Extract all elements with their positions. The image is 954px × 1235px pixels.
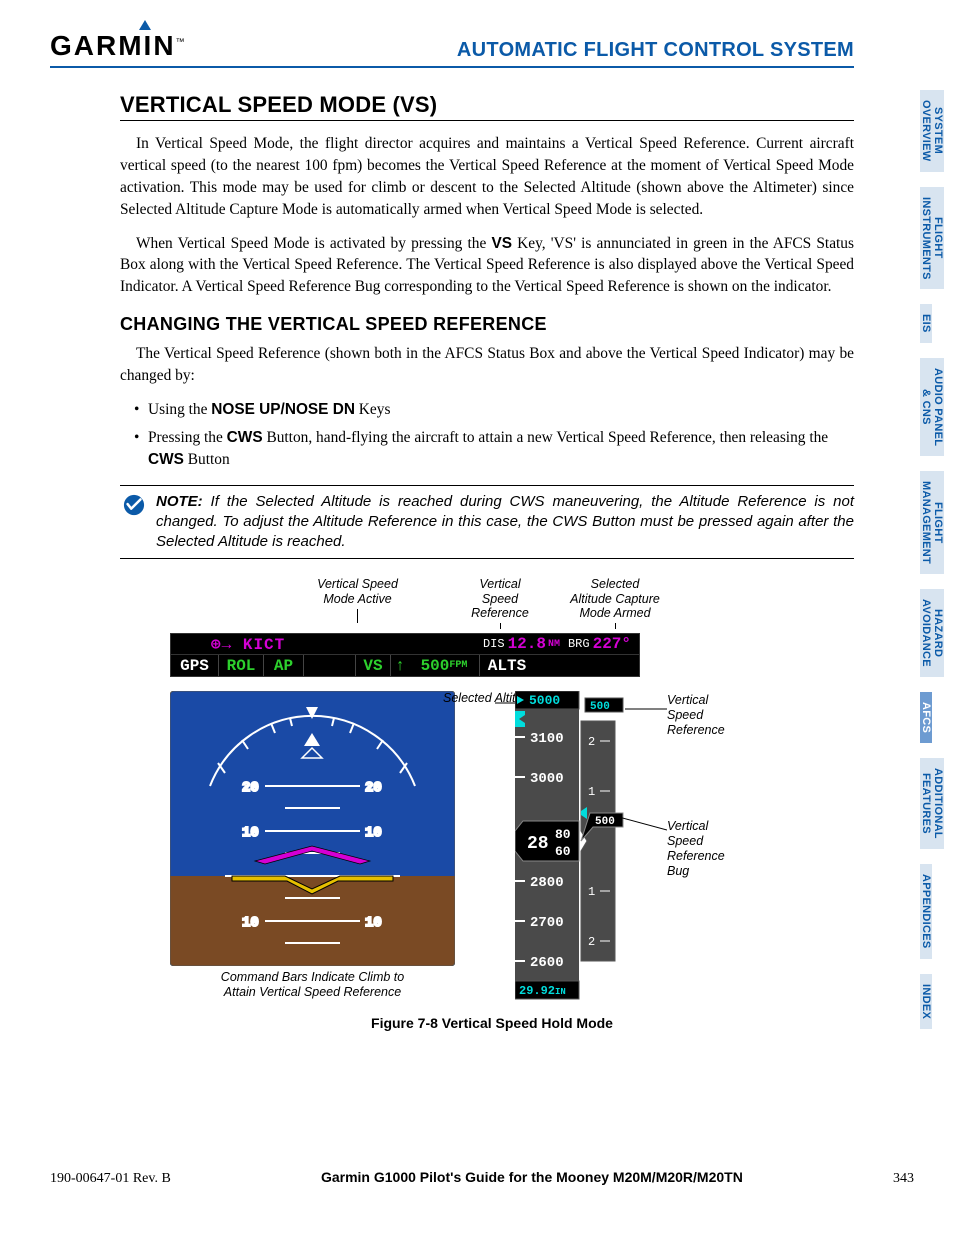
tab-index[interactable]: INDEX (920, 974, 932, 1029)
side-tabs: SYSTEM OVERVIEW FLIGHT INSTRUMENTS EIS AUDI… (920, 90, 954, 1044)
callout-vs-ref-bug: Vertical Speed Reference Bug (667, 819, 725, 879)
section-title: AUTOMATIC FLIGHT CONTROL SYSTEM (457, 39, 854, 62)
svg-text:20: 20 (242, 780, 259, 796)
svg-text:10: 10 (365, 825, 382, 841)
tab-additional-features[interactable]: ADDITIONAL FEATURES (920, 758, 944, 849)
afcs-status-bar: ⊕→ KICT DIS 12.8NM BRG 227° GPS ROL AP V… (170, 633, 640, 677)
page-number: 343 (893, 1171, 914, 1187)
ap-cell: AP (264, 655, 304, 676)
tab-appendices[interactable]: APPENDICES (920, 864, 932, 959)
attitude-indicator: 20 20 10 10 10 10 (170, 691, 455, 966)
garmin-logo: GARMIN™ (50, 30, 185, 62)
callout-vs-mode-active: Vertical Speed Mode Active (317, 577, 398, 605)
svg-text:1: 1 (588, 885, 595, 899)
page-title: VERTICAL SPEED MODE (VS) (120, 92, 854, 121)
svg-text:80: 80 (555, 827, 571, 842)
subheading-changing-vs-ref: CHANGING THE VERTICAL SPEED REFERENCE (120, 314, 854, 335)
svg-text:28: 28 (527, 834, 549, 854)
svg-text:2700: 2700 (530, 915, 564, 931)
svg-text:3100: 3100 (530, 731, 564, 747)
command-bars-caption: Command Bars Indicate Climb to Attain Ve… (170, 970, 455, 1000)
bullet-nose-keys: Using the NOSE UP/NOSE DN Keys (134, 399, 854, 421)
svg-text:2800: 2800 (530, 875, 564, 891)
tab-system-overview[interactable]: SYSTEM OVERVIEW (920, 90, 944, 172)
paragraph-3: The Vertical Speed Reference (shown both… (120, 343, 854, 387)
tab-audio-panel-cns[interactable]: AUDIO PANEL & CNS (920, 358, 944, 456)
callout-vs-ref: Vertical Speed Reference (471, 577, 529, 620)
paragraph-1: In Vertical Speed Mode, the flight direc… (120, 133, 854, 221)
svg-text:20: 20 (365, 780, 382, 796)
svg-text:10: 10 (242, 915, 259, 931)
note-icon (120, 492, 148, 553)
bullet-cws: Pressing the CWS Button, hand-flying the… (134, 427, 854, 471)
page-footer: 190-00647-01 Rev. B Garmin G1000 Pilot's… (50, 1169, 914, 1187)
svg-text:500: 500 (595, 816, 615, 828)
figure-caption: Figure 7-8 Vertical Speed Hold Mode (130, 1015, 854, 1031)
tab-eis[interactable]: EIS (920, 304, 932, 343)
svg-text:500: 500 (590, 701, 610, 713)
svg-text:60: 60 (555, 844, 571, 859)
svg-text:2600: 2600 (530, 955, 564, 971)
svg-text:10: 10 (242, 825, 259, 841)
svg-text:1: 1 (588, 785, 595, 799)
svg-text:2: 2 (588, 735, 595, 749)
gps-cell: GPS (171, 655, 219, 676)
doc-title: Garmin G1000 Pilot's Guide for the Moone… (321, 1169, 743, 1185)
rol-cell: ROL (219, 655, 264, 676)
tab-afcs[interactable]: AFCS (920, 692, 932, 743)
tab-flight-management[interactable]: FLIGHT MANAGEMENT (920, 471, 944, 574)
altitude-tape: 5000 500 3100 3000 (515, 691, 625, 1001)
svg-text:10: 10 (365, 915, 382, 931)
doc-rev: 190-00647-01 Rev. B (50, 1171, 171, 1187)
vs-cell: VS (356, 655, 391, 676)
callout-alt-capture-armed: Selected Altitude Capture Mode Armed (570, 577, 660, 620)
figure-7-8: Vertical Speed Mode Active Vertical Spee… (170, 577, 854, 1031)
svg-text:2: 2 (588, 935, 595, 949)
svg-text:29.92IN: 29.92IN (519, 984, 566, 998)
callout-vs-ref-right: Vertical Speed Reference (667, 693, 725, 738)
svg-text:5000: 5000 (529, 693, 560, 708)
note-block: NOTE: If the Selected Altitude is reache… (120, 485, 854, 560)
alts-cell: ALTS (479, 655, 534, 676)
paragraph-2: When Vertical Speed Mode is activated by… (120, 233, 854, 299)
tab-hazard-avoidance[interactable]: HAZARD AVOIDANCE (920, 589, 944, 677)
svg-text:3000: 3000 (530, 771, 564, 787)
tab-flight-instruments[interactable]: FLIGHT INSTRUMENTS (920, 187, 944, 290)
